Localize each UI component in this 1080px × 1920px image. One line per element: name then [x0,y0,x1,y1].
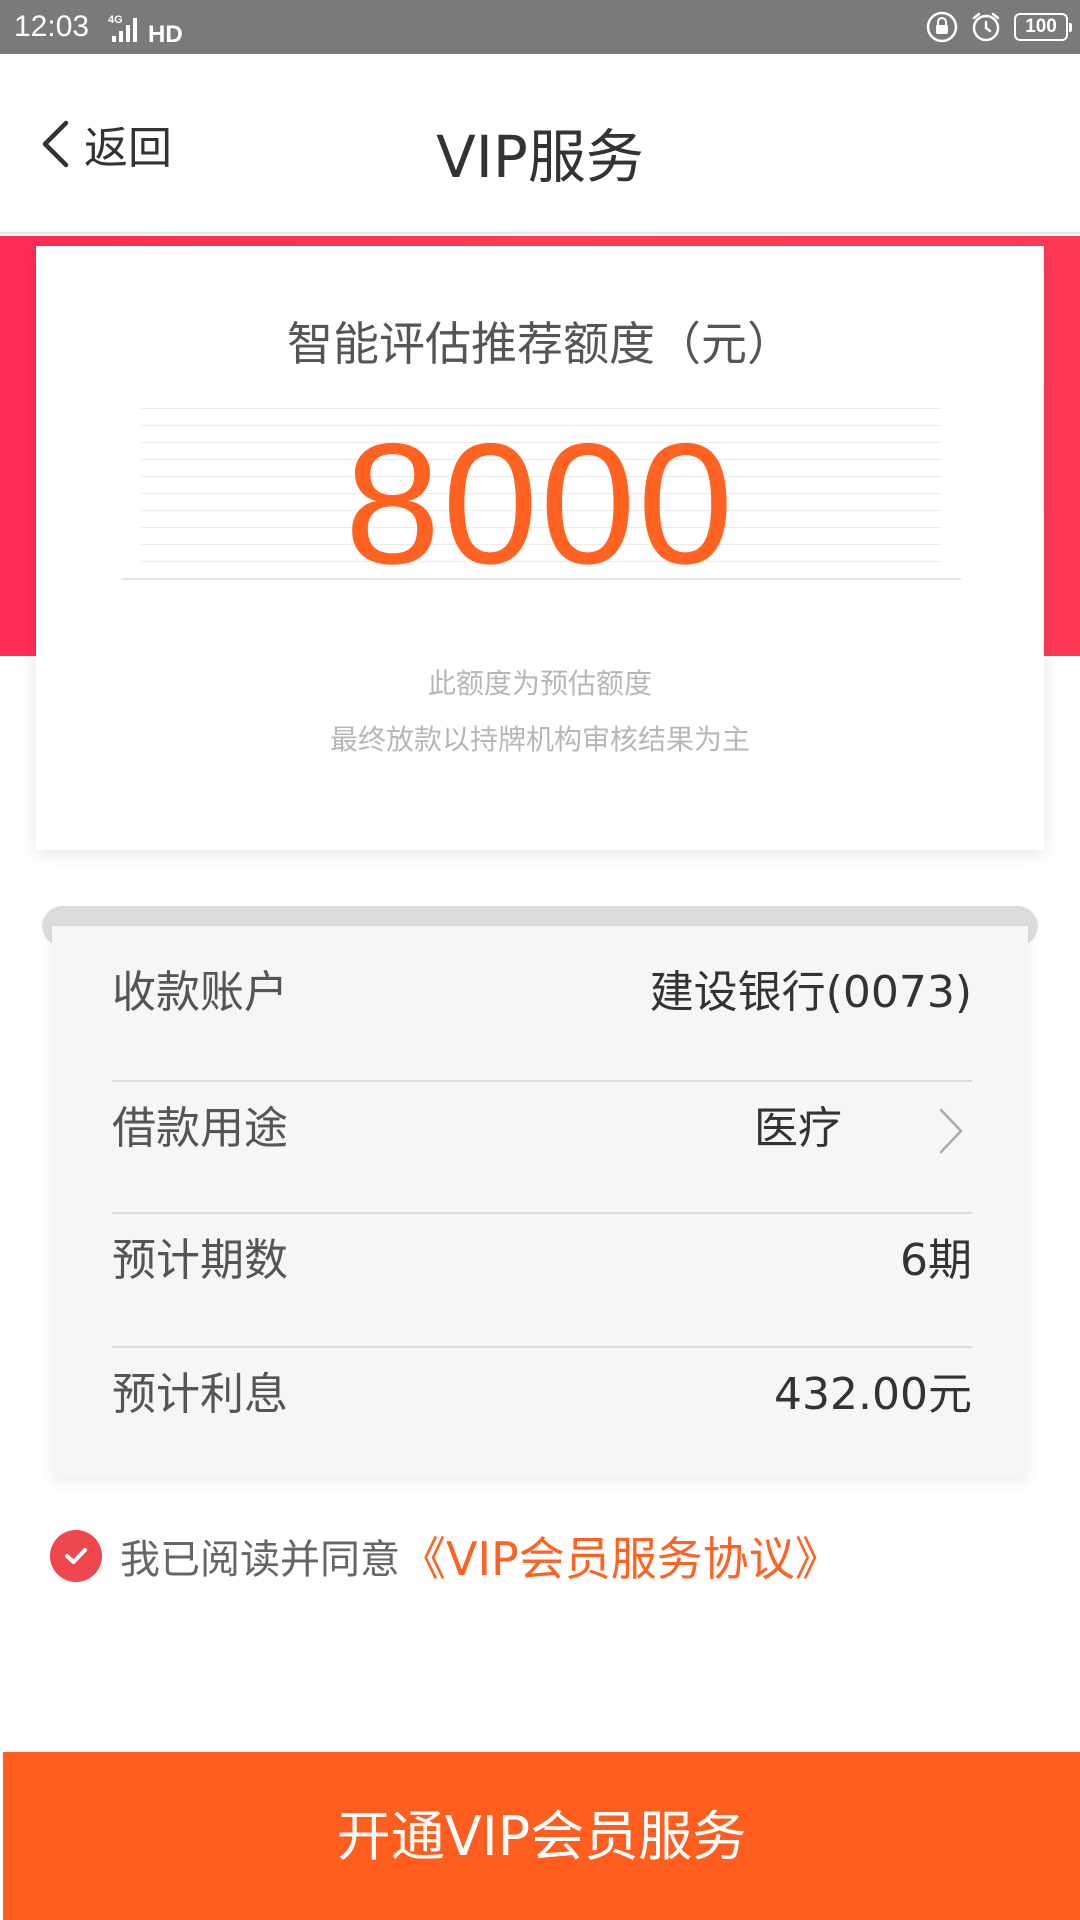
row-label: 收款账户 [112,967,288,1018]
page-title: VIP服务 [436,123,644,191]
recommended-amount: 8000 [344,408,736,600]
hd-label: HD [148,21,183,44]
nav-bar: 返回 VIP服务 [0,54,1080,234]
status-time: 12:03 [14,10,90,43]
check-icon[interactable] [50,1530,102,1582]
network-type-label: 4G [108,14,123,26]
open-vip-button[interactable]: 开通VIP会员服务 [3,1752,1080,1920]
agreement-link[interactable]: 《VIP会员服务协议》 [400,1523,841,1589]
row-value: 医疗 [754,1103,842,1154]
agreement-row: 我已阅读并同意 《VIP会员服务协议》 [50,1528,841,1586]
row-label: 预计期数 [112,1235,288,1286]
receiving-account-row: 收款账户 建设银行(0073) [112,926,972,1060]
amount-note-2: 最终放款以持牌机构审核结果为主 [329,723,750,756]
row-value: 建设银行(0073) [649,967,972,1018]
installments-row: 预计期数 6期 [112,1194,972,1328]
row-value: 6期 [900,1235,972,1286]
status-right-group: 100 [926,9,1072,45]
chevron-right-icon [939,1108,963,1154]
credit-amount-card: 智能评估推荐额度（元） 8000 此额度为预估额度 最终放款以持牌机构审核结果为… [36,246,1044,850]
alarm-icon [972,12,1000,42]
amount-note-1: 此额度为预估额度 [427,667,652,700]
status-bar: 12:03 4G HD 100 [0,0,1080,54]
row-label: 预计利息 [112,1369,288,1420]
lock-icon [926,11,958,43]
row-value: 432.00元 [774,1369,972,1420]
interest-row: 预计利息 432.00元 [112,1328,972,1462]
vip-service-screen: 12:03 4G HD 100 返回 VIP服务 智能评估推荐额度（元） 800… [0,0,1080,1920]
amount-card-title: 智能评估推荐额度（元） [287,317,793,371]
checkmark-glyph [65,1548,87,1564]
battery-icon: 100 [1014,13,1072,41]
row-label: 借款用途 [112,1103,288,1154]
loan-info-panel: 收款账户 建设银行(0073) 借款用途 医疗 预计期数 6期 预计利息 432… [52,926,1028,1476]
loan-purpose-row[interactable]: 借款用途 医疗 [112,1062,972,1196]
signal-icon: 4G HD [108,14,183,44]
agreement-text: 我已阅读并同意 [120,1537,400,1583]
